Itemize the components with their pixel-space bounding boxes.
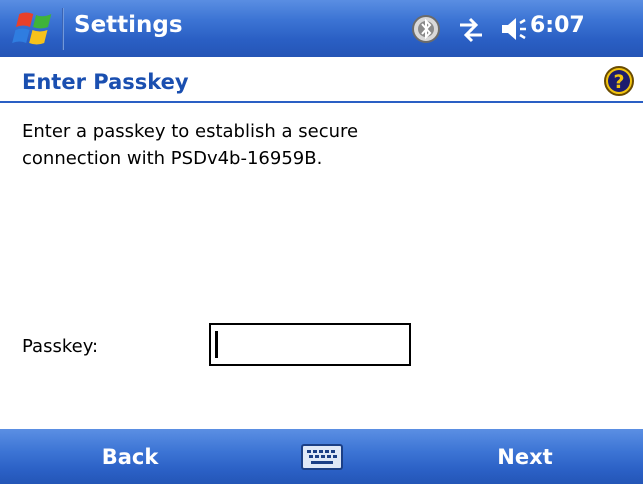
keyboard-icon[interactable] [300, 443, 344, 471]
start-menu-flag-icon[interactable] [8, 10, 56, 48]
volume-icon[interactable] [498, 13, 528, 45]
page-header: Enter Passkey ? [0, 57, 643, 105]
passkey-input[interactable] [209, 323, 411, 366]
next-button[interactable]: Next [425, 429, 625, 484]
app-title[interactable]: Settings [74, 12, 183, 38]
connectivity-icon[interactable] [454, 13, 488, 45]
instructions-line-1: Enter a passkey to establish a secure [22, 121, 359, 142]
status-icons [410, 10, 528, 48]
text-caret [215, 331, 218, 358]
softkey-bar: Back Next [0, 429, 643, 484]
back-button[interactable]: Back [40, 429, 220, 484]
instructions-line-2: connection with PSDv4b-16959B. [22, 148, 323, 169]
title-divider [62, 8, 64, 50]
header-divider [0, 101, 643, 103]
help-icon[interactable]: ? [603, 65, 635, 97]
page-title: Enter Passkey [22, 70, 189, 94]
clock[interactable]: 6:07 [530, 13, 585, 38]
passkey-label: Passkey: [22, 336, 99, 357]
bluetooth-status-icon[interactable] [410, 13, 442, 45]
svg-text:?: ? [613, 71, 624, 93]
instructions-text: Enter a passkey to establish a secure co… [22, 118, 582, 172]
title-bar: Settings 6:07 [0, 0, 643, 57]
